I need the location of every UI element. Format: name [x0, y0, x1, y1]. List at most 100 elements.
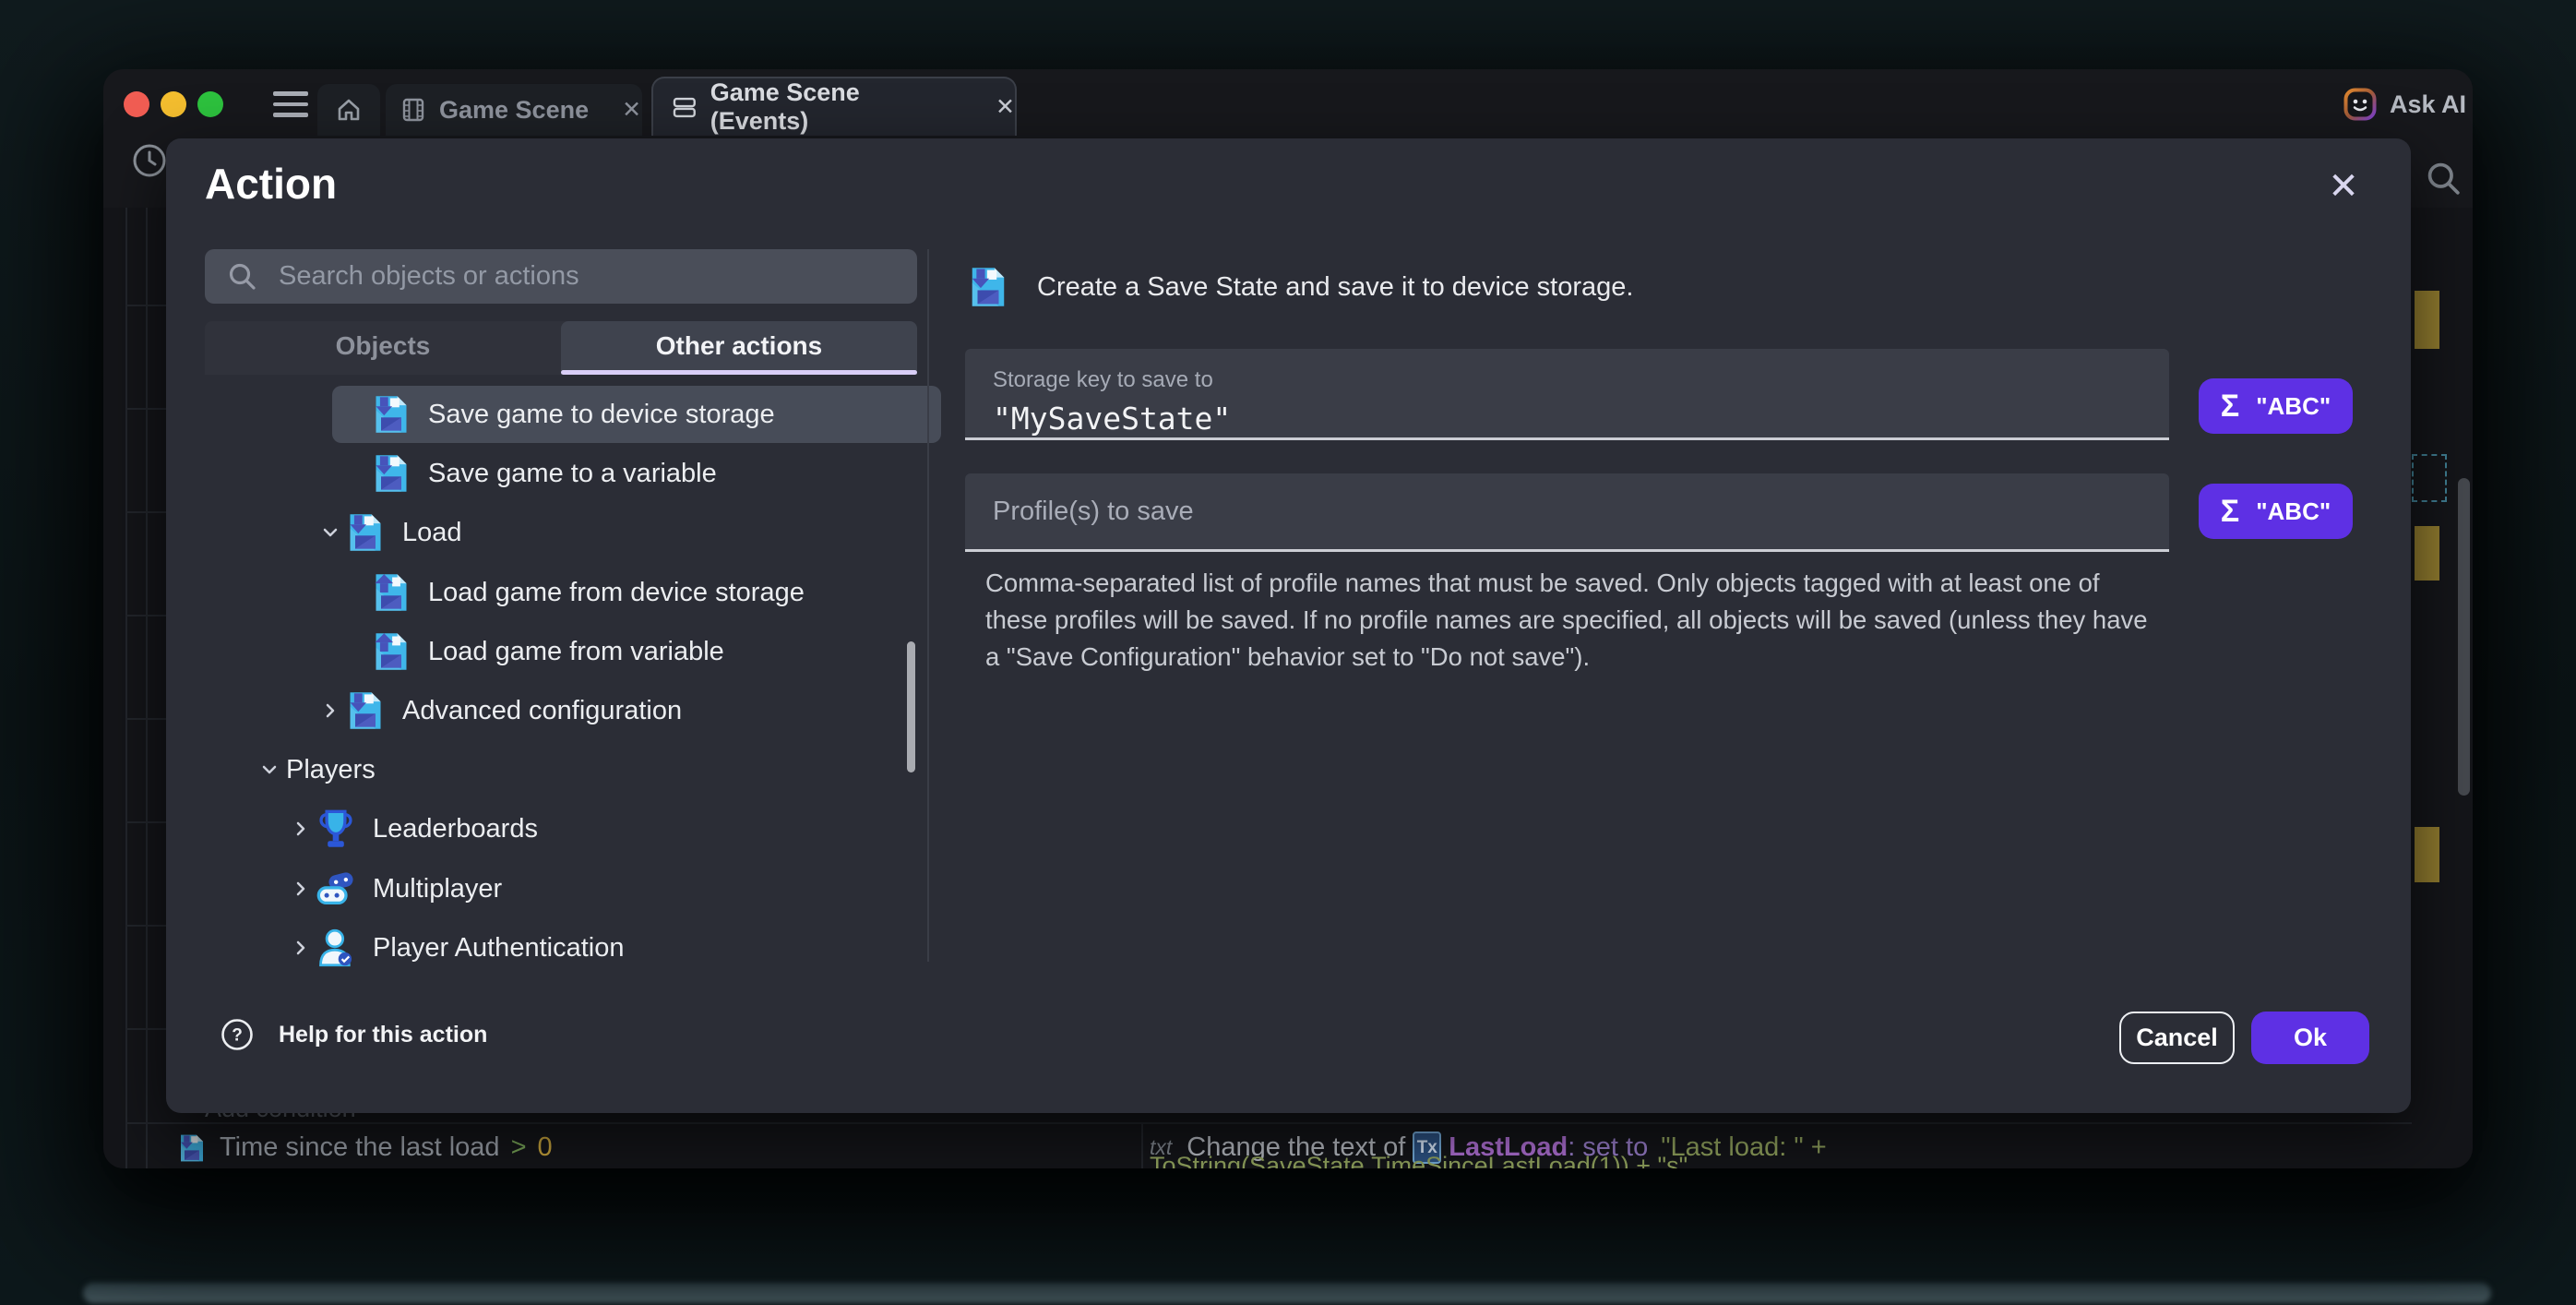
desktop-glow — [83, 1283, 2491, 1303]
help-icon: ? — [220, 1017, 255, 1052]
events-grid-line — [125, 208, 127, 1168]
profiles-field[interactable]: Profile(s) to save — [965, 473, 2169, 552]
tree-item-label: Multiplayer — [373, 874, 502, 904]
events-row-divider — [125, 1028, 166, 1030]
field-help-text: Comma-separated list of profile names th… — [985, 565, 2148, 676]
tab-close-icon[interactable]: ✕ — [996, 93, 1015, 121]
action-value-line2: ToString(SaveState.TimeSinceLastLoad(1))… — [1150, 1152, 1688, 1168]
field-placeholder: Profile(s) to save — [993, 497, 1194, 527]
ask-ai-icon — [2343, 88, 2377, 121]
window-titlebar: Game Scene ✕ Game Scene (Events) ✕ Ask A… — [103, 69, 2473, 136]
tree-item-label: Load — [402, 518, 462, 548]
abc-label: "ABC" — [2256, 497, 2331, 526]
action-dialog: Action ✕ Search objects or actions Objec… — [166, 138, 2411, 1113]
action-description-row: Create a Save State and save it to devic… — [967, 266, 1633, 308]
chevron-right-icon[interactable] — [290, 937, 312, 959]
save-state-icon — [967, 266, 1009, 308]
tree-item[interactable]: Multiplayer — [205, 860, 917, 917]
svg-text:?: ? — [232, 1026, 243, 1046]
help-for-action-link[interactable]: ? Help for this action — [220, 1017, 487, 1052]
search-input[interactable]: Search objects or actions — [205, 249, 917, 304]
tree-item[interactable]: Advanced configuration — [205, 682, 917, 739]
save-down-icon — [371, 453, 411, 494]
save-up-icon — [371, 631, 411, 672]
tab-close-icon[interactable]: ✕ — [622, 96, 641, 124]
save-down-icon — [345, 690, 386, 731]
tree-item[interactable]: Load game from variable — [205, 623, 917, 680]
tree-item-label: Load game from device storage — [428, 578, 805, 608]
tree-item-label: Players — [286, 755, 376, 785]
dialog-close-icon[interactable]: ✕ — [2316, 159, 2371, 214]
tree-item-label: Advanced configuration — [402, 696, 682, 726]
search-icon — [227, 261, 258, 293]
save-state-icon — [177, 1133, 207, 1163]
cancel-button[interactable]: Cancel — [2119, 1012, 2235, 1064]
chevron-down-icon[interactable] — [319, 521, 341, 544]
events-row-divider — [125, 408, 166, 410]
expression-editor-button[interactable]: Σ "ABC" — [2199, 484, 2353, 539]
field-label: Storage key to save to — [993, 367, 2169, 393]
event-highlight-block — [2415, 526, 2439, 581]
tree-item-label: Load game from variable — [428, 637, 724, 667]
events-row-divider — [125, 821, 166, 823]
events-row-divider — [125, 1122, 2412, 1124]
events-row-divider — [125, 615, 166, 617]
tab-other-actions[interactable]: Other actions — [561, 321, 917, 370]
chevron-right-icon[interactable] — [290, 878, 312, 900]
tab-active-underline — [561, 370, 917, 375]
chevron-right-icon[interactable] — [290, 818, 312, 840]
tree-scrollbar[interactable] — [907, 641, 915, 772]
sigma-icon: Σ — [2221, 494, 2239, 530]
tree-item[interactable]: Load — [205, 504, 917, 561]
events-row-divider — [125, 511, 166, 513]
events-search-icon[interactable] — [2425, 160, 2463, 198]
events-scrollbar[interactable] — [2458, 478, 2470, 796]
tree-item[interactable]: Load game from device storage — [205, 564, 917, 621]
tree-item[interactable]: Leaderboards — [205, 800, 917, 857]
tab-game-scene[interactable]: Game Scene ✕ — [386, 84, 642, 136]
traffic-light-zoom[interactable] — [197, 91, 223, 117]
storage-key-field[interactable]: Storage key to save to "MySaveState" — [965, 349, 2169, 440]
tree-item-label: Save game to a variable — [428, 459, 717, 489]
event-drop-indicator — [2412, 454, 2447, 502]
history-icon[interactable] — [129, 140, 170, 181]
dialog-title: Action — [205, 159, 337, 209]
tree-item[interactable]: Save game to a variable — [205, 445, 917, 502]
action-description: Create a Save State and save it to devic… — [1037, 272, 1633, 303]
chevron-right-icon[interactable] — [319, 700, 341, 722]
help-label: Help for this action — [279, 1022, 487, 1048]
tab-game-scene-events[interactable]: Game Scene (Events) ✕ — [651, 77, 1017, 136]
tree-item[interactable]: Players — [205, 741, 917, 798]
person-icon — [316, 928, 356, 968]
events-row-divider — [125, 925, 166, 927]
panel-divider — [927, 249, 929, 962]
ok-button[interactable]: Ok — [2251, 1012, 2369, 1064]
abc-label: "ABC" — [2256, 392, 2331, 421]
event-condition-row[interactable]: Time since the last load > 0 — [177, 1127, 553, 1168]
sigma-icon: Σ — [2221, 389, 2239, 425]
field-value: "MySaveState" — [993, 401, 2169, 437]
search-placeholder: Search objects or actions — [279, 261, 579, 292]
tree-item[interactable]: Player Authentication — [205, 919, 917, 976]
screenshot-stage: Game Scene ✕ Game Scene (Events) ✕ Ask A… — [0, 0, 2576, 1305]
tab-objects[interactable]: Objects — [205, 321, 561, 370]
events-icon — [672, 94, 698, 120]
condition-text: Time since the last load — [220, 1132, 500, 1163]
condition-value: 0 — [538, 1132, 553, 1163]
tree-item-label: Player Authentication — [373, 933, 624, 964]
tab-home[interactable] — [317, 84, 380, 136]
actions-tree: Save game to device storage Save game to … — [205, 386, 917, 986]
gamepad-icon — [316, 868, 356, 909]
dialog-tabstrip: Objects Other actions — [205, 321, 917, 375]
tree-item[interactable]: Save game to device storage — [205, 386, 917, 443]
save-up-icon — [371, 572, 411, 613]
expression-editor-button[interactable]: Σ "ABC" — [2199, 378, 2353, 434]
events-grid-line — [146, 208, 148, 1168]
menu-icon[interactable] — [273, 91, 308, 124]
ask-ai-button[interactable]: Ask AI — [2343, 88, 2466, 121]
home-icon — [336, 97, 362, 123]
traffic-light-close[interactable] — [124, 91, 149, 117]
events-row-divider — [125, 305, 166, 306]
traffic-light-minimize[interactable] — [161, 91, 186, 117]
chevron-down-icon[interactable] — [258, 759, 280, 781]
